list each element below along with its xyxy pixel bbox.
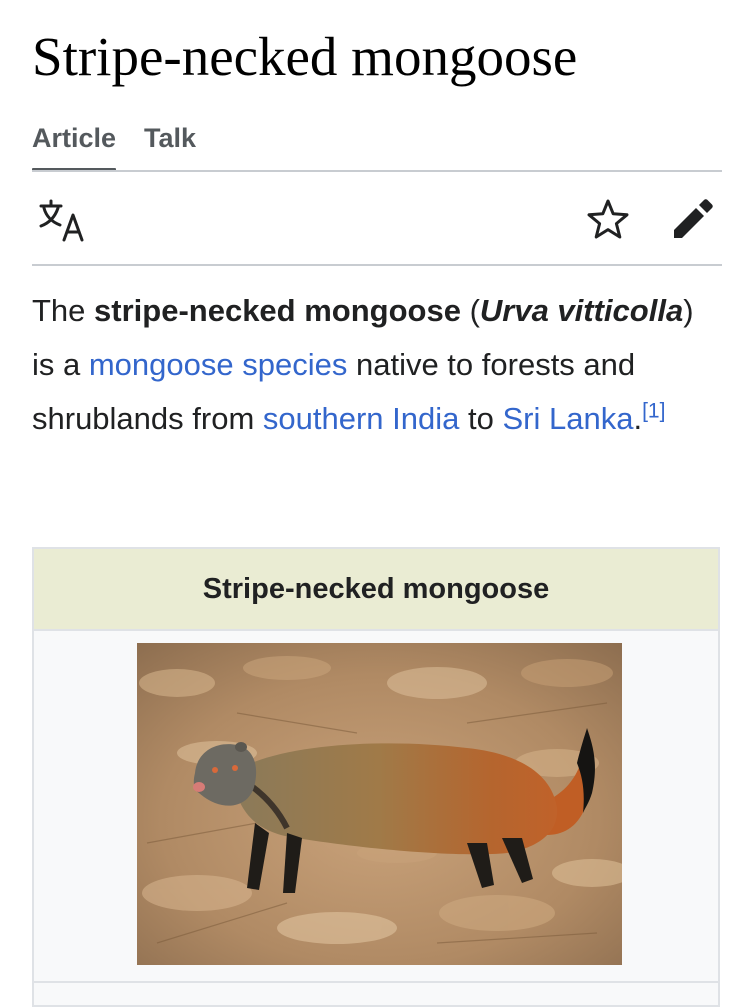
citation-link[interactable]: [1] (642, 400, 665, 423)
infobox: Stripe-necked mongoose (32, 547, 720, 1007)
article-page: Stripe-necked mongoose Article Talk The … (0, 0, 754, 1007)
infobox-divider (34, 981, 718, 983)
scientific-name: Urva vitticolla (479, 293, 684, 328)
tab-talk[interactable]: Talk (144, 118, 196, 172)
intro-text: The (32, 293, 95, 328)
common-name: stripe-necked mongoose (94, 293, 461, 328)
star-icon[interactable] (585, 197, 631, 243)
toolbar-divider (32, 264, 722, 266)
link-sri-lanka[interactable]: Sri Lanka (502, 401, 633, 436)
intro-text: to (459, 401, 503, 436)
tab-article[interactable]: Article (32, 118, 117, 172)
namespace-tabs: Article Talk (32, 118, 224, 172)
infobox-image[interactable] (137, 643, 632, 965)
intro-paragraph: The stripe-necked mongoose (Urva vittico… (32, 284, 722, 446)
language-icon[interactable] (38, 198, 86, 244)
infobox-header: Stripe-necked mongoose (34, 549, 718, 631)
edit-pencil-icon[interactable] (668, 196, 716, 244)
link-mongoose-species[interactable]: mongoose species (89, 347, 348, 382)
intro-text: . (633, 401, 643, 436)
page-title: Stripe-necked mongoose (32, 26, 578, 87)
intro-text: ( (460, 293, 480, 328)
link-southern-india[interactable]: southern India (263, 401, 459, 436)
tabs-divider (32, 170, 722, 172)
